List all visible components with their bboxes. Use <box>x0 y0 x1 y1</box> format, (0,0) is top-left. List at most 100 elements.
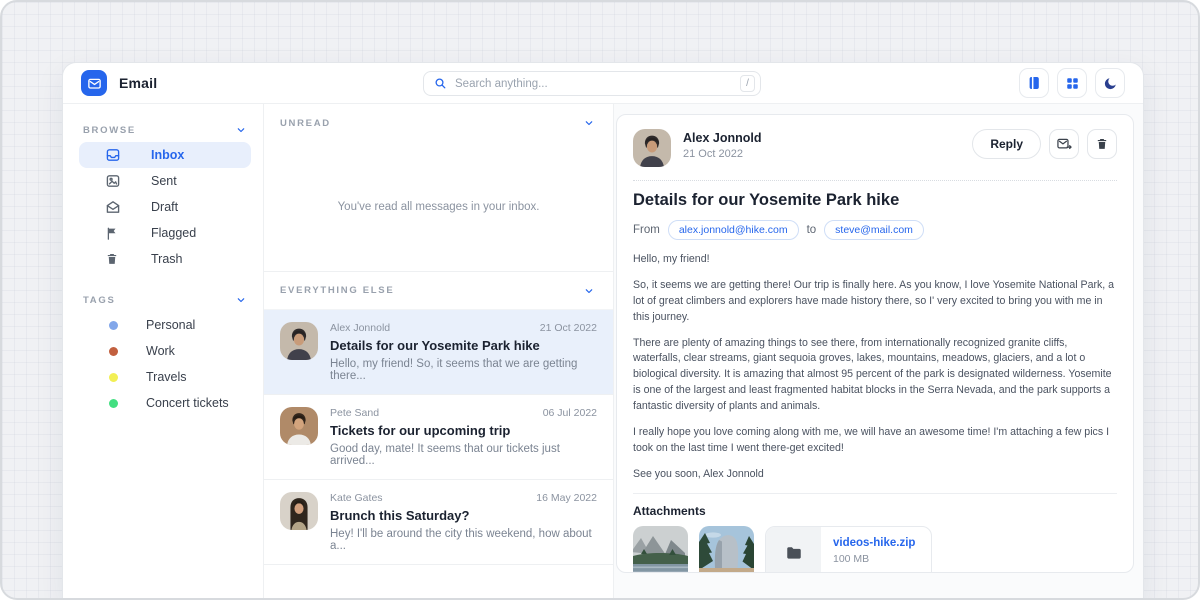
detail-subject: Details for our Yosemite Park hike <box>633 191 1117 210</box>
search-shortcut-badge: / <box>740 75 755 92</box>
sidebar-item-label: Sent <box>151 174 177 188</box>
everything-else-section-label: EVERYTHING ELSE <box>280 285 394 296</box>
from-label: From <box>633 224 660 236</box>
delete-email-button[interactable] <box>1087 129 1117 159</box>
avatar <box>633 129 671 167</box>
email-detail-card: Alex Jonnold 21 Oct 2022 Reply <box>616 114 1134 573</box>
to-email-pill[interactable]: steve@mail.com <box>824 220 924 240</box>
body-paragraph: So, it seems we are getting there! Our t… <box>633 278 1117 326</box>
email-body: Hello, my friend! So, it seems we are ge… <box>633 252 1117 483</box>
attachment-file-size: 100 MB <box>833 553 915 565</box>
tag-item-work[interactable]: Work <box>79 338 251 364</box>
everything-else-section-header: EVERYTHING ELSE <box>264 272 613 310</box>
search-bar[interactable]: / <box>423 71 761 96</box>
sidebar-item-flagged[interactable]: Flagged <box>79 220 251 246</box>
sidebar-item-label: Trash <box>151 252 183 266</box>
email-detail-pane: Alex Jonnold 21 Oct 2022 Reply <box>614 104 1143 600</box>
search-input[interactable] <box>455 78 732 90</box>
detail-email-date: 21 Oct 2022 <box>683 148 761 160</box>
detail-actions: Reply <box>972 129 1117 159</box>
zip-attachment-card[interactable]: videos-hike.zip 100 MB <box>765 526 932 573</box>
email-subject: Tickets for our upcoming trip <box>330 423 597 438</box>
tag-color-dot <box>109 321 118 330</box>
attachment-file-name: videos-hike.zip <box>833 537 915 549</box>
sidebar-item-draft[interactable]: Draft <box>79 194 251 220</box>
from-to-row: From alex.jonnold@hike.com to steve@mail… <box>633 220 1117 240</box>
tag-item-concert-tickets[interactable]: Concert tickets <box>79 390 251 416</box>
email-subject: Details for our Yosemite Park hike <box>330 338 597 353</box>
browse-section-header: BROWSE <box>79 118 251 142</box>
email-snippet: Hey! I'll be around the city this weeken… <box>330 528 597 552</box>
sidebar-item-trash[interactable]: Trash <box>79 246 251 272</box>
email-app-window: Email / <box>62 62 1144 600</box>
yosemite-valley-photo[interactable] <box>633 526 688 573</box>
reply-button[interactable]: Reply <box>972 129 1041 159</box>
avatar <box>280 407 318 445</box>
chevron-down-icon[interactable] <box>583 117 595 129</box>
grid-icon <box>1065 76 1080 91</box>
draft-icon <box>105 199 121 215</box>
tag-label: Personal <box>146 318 195 332</box>
sidebar-item-label: Draft <box>151 200 178 214</box>
from-email-pill[interactable]: alex.jonnold@hike.com <box>668 220 799 240</box>
dotted-divider <box>633 180 1117 181</box>
envelope-icon <box>87 76 102 91</box>
sent-icon <box>105 173 121 189</box>
avatar <box>280 322 318 360</box>
app-logo <box>81 70 107 96</box>
to-label: to <box>807 224 817 236</box>
unread-section-header: UNREAD <box>264 104 613 142</box>
forward-mail-button[interactable] <box>1049 129 1079 159</box>
tag-label: Work <box>146 344 175 358</box>
sender-name: Kate Gates <box>330 492 383 504</box>
chevron-down-icon[interactable] <box>583 285 595 297</box>
sender-name: Alex Jonnold <box>330 322 390 334</box>
desktop-background: Email / <box>0 0 1200 600</box>
email-list-item[interactable]: Pete Sand 06 Jul 2022 Tickets for our up… <box>264 395 613 480</box>
apps-grid-button[interactable] <box>1057 68 1087 98</box>
sidebar-item-inbox[interactable]: Inbox <box>79 142 251 168</box>
sidebar-item-label: Inbox <box>151 148 184 162</box>
body-paragraph: Hello, my friend! <box>633 252 1117 268</box>
email-date: 16 May 2022 <box>536 492 597 504</box>
tag-label: Concert tickets <box>146 396 229 410</box>
attachments-divider <box>633 493 1117 494</box>
email-snippet: Good day, mate! It seems that our ticket… <box>330 443 597 467</box>
tag-color-dot <box>109 373 118 382</box>
reader-mode-button[interactable] <box>1019 68 1049 98</box>
unread-empty-state: You've read all messages in your inbox. <box>264 142 613 272</box>
email-date: 21 Oct 2022 <box>540 322 597 334</box>
attachments-row: videos-hike.zip 100 MB <box>633 526 1117 573</box>
mail-forward-icon <box>1056 136 1073 152</box>
attachments-label: Attachments <box>633 504 1117 518</box>
email-date: 06 Jul 2022 <box>543 407 597 419</box>
detail-header: Alex Jonnold 21 Oct 2022 Reply <box>633 129 1117 167</box>
email-list-item[interactable]: Alex Jonnold 21 Oct 2022 Details for our… <box>264 310 613 395</box>
chevron-down-icon[interactable] <box>235 124 247 136</box>
tag-item-travels[interactable]: Travels <box>79 364 251 390</box>
tag-item-personal[interactable]: Personal <box>79 312 251 338</box>
unread-section-label: UNREAD <box>280 118 331 129</box>
search-icon <box>434 77 447 90</box>
detail-sender-name: Alex Jonnold <box>683 131 761 145</box>
sender-name: Pete Sand <box>330 407 379 419</box>
file-icon-area <box>766 527 821 573</box>
folder-icon <box>785 544 803 562</box>
app-title: Email <box>119 75 157 91</box>
body-paragraph: I really hope you love coming along with… <box>633 425 1117 457</box>
chevron-down-icon[interactable] <box>235 294 247 306</box>
sidebar: BROWSE Inbox <box>63 104 264 600</box>
email-list-item[interactable]: Kate Gates 16 May 2022 Brunch this Satur… <box>264 480 613 565</box>
body-paragraph: There are plenty of amazing things to se… <box>633 336 1117 415</box>
half-dome-photo[interactable] <box>699 526 754 573</box>
tag-color-dot <box>109 399 118 408</box>
trash-icon <box>1095 137 1109 151</box>
email-subject: Brunch this Saturday? <box>330 508 597 523</box>
flag-icon <box>105 225 121 241</box>
moon-icon <box>1103 76 1118 91</box>
book-icon <box>1026 75 1042 91</box>
body-paragraph: See you soon, Alex Jonnold <box>633 467 1117 483</box>
sidebar-item-sent[interactable]: Sent <box>79 168 251 194</box>
dark-mode-button[interactable] <box>1095 68 1125 98</box>
message-list: UNREAD You've read all messages in your … <box>264 104 614 600</box>
